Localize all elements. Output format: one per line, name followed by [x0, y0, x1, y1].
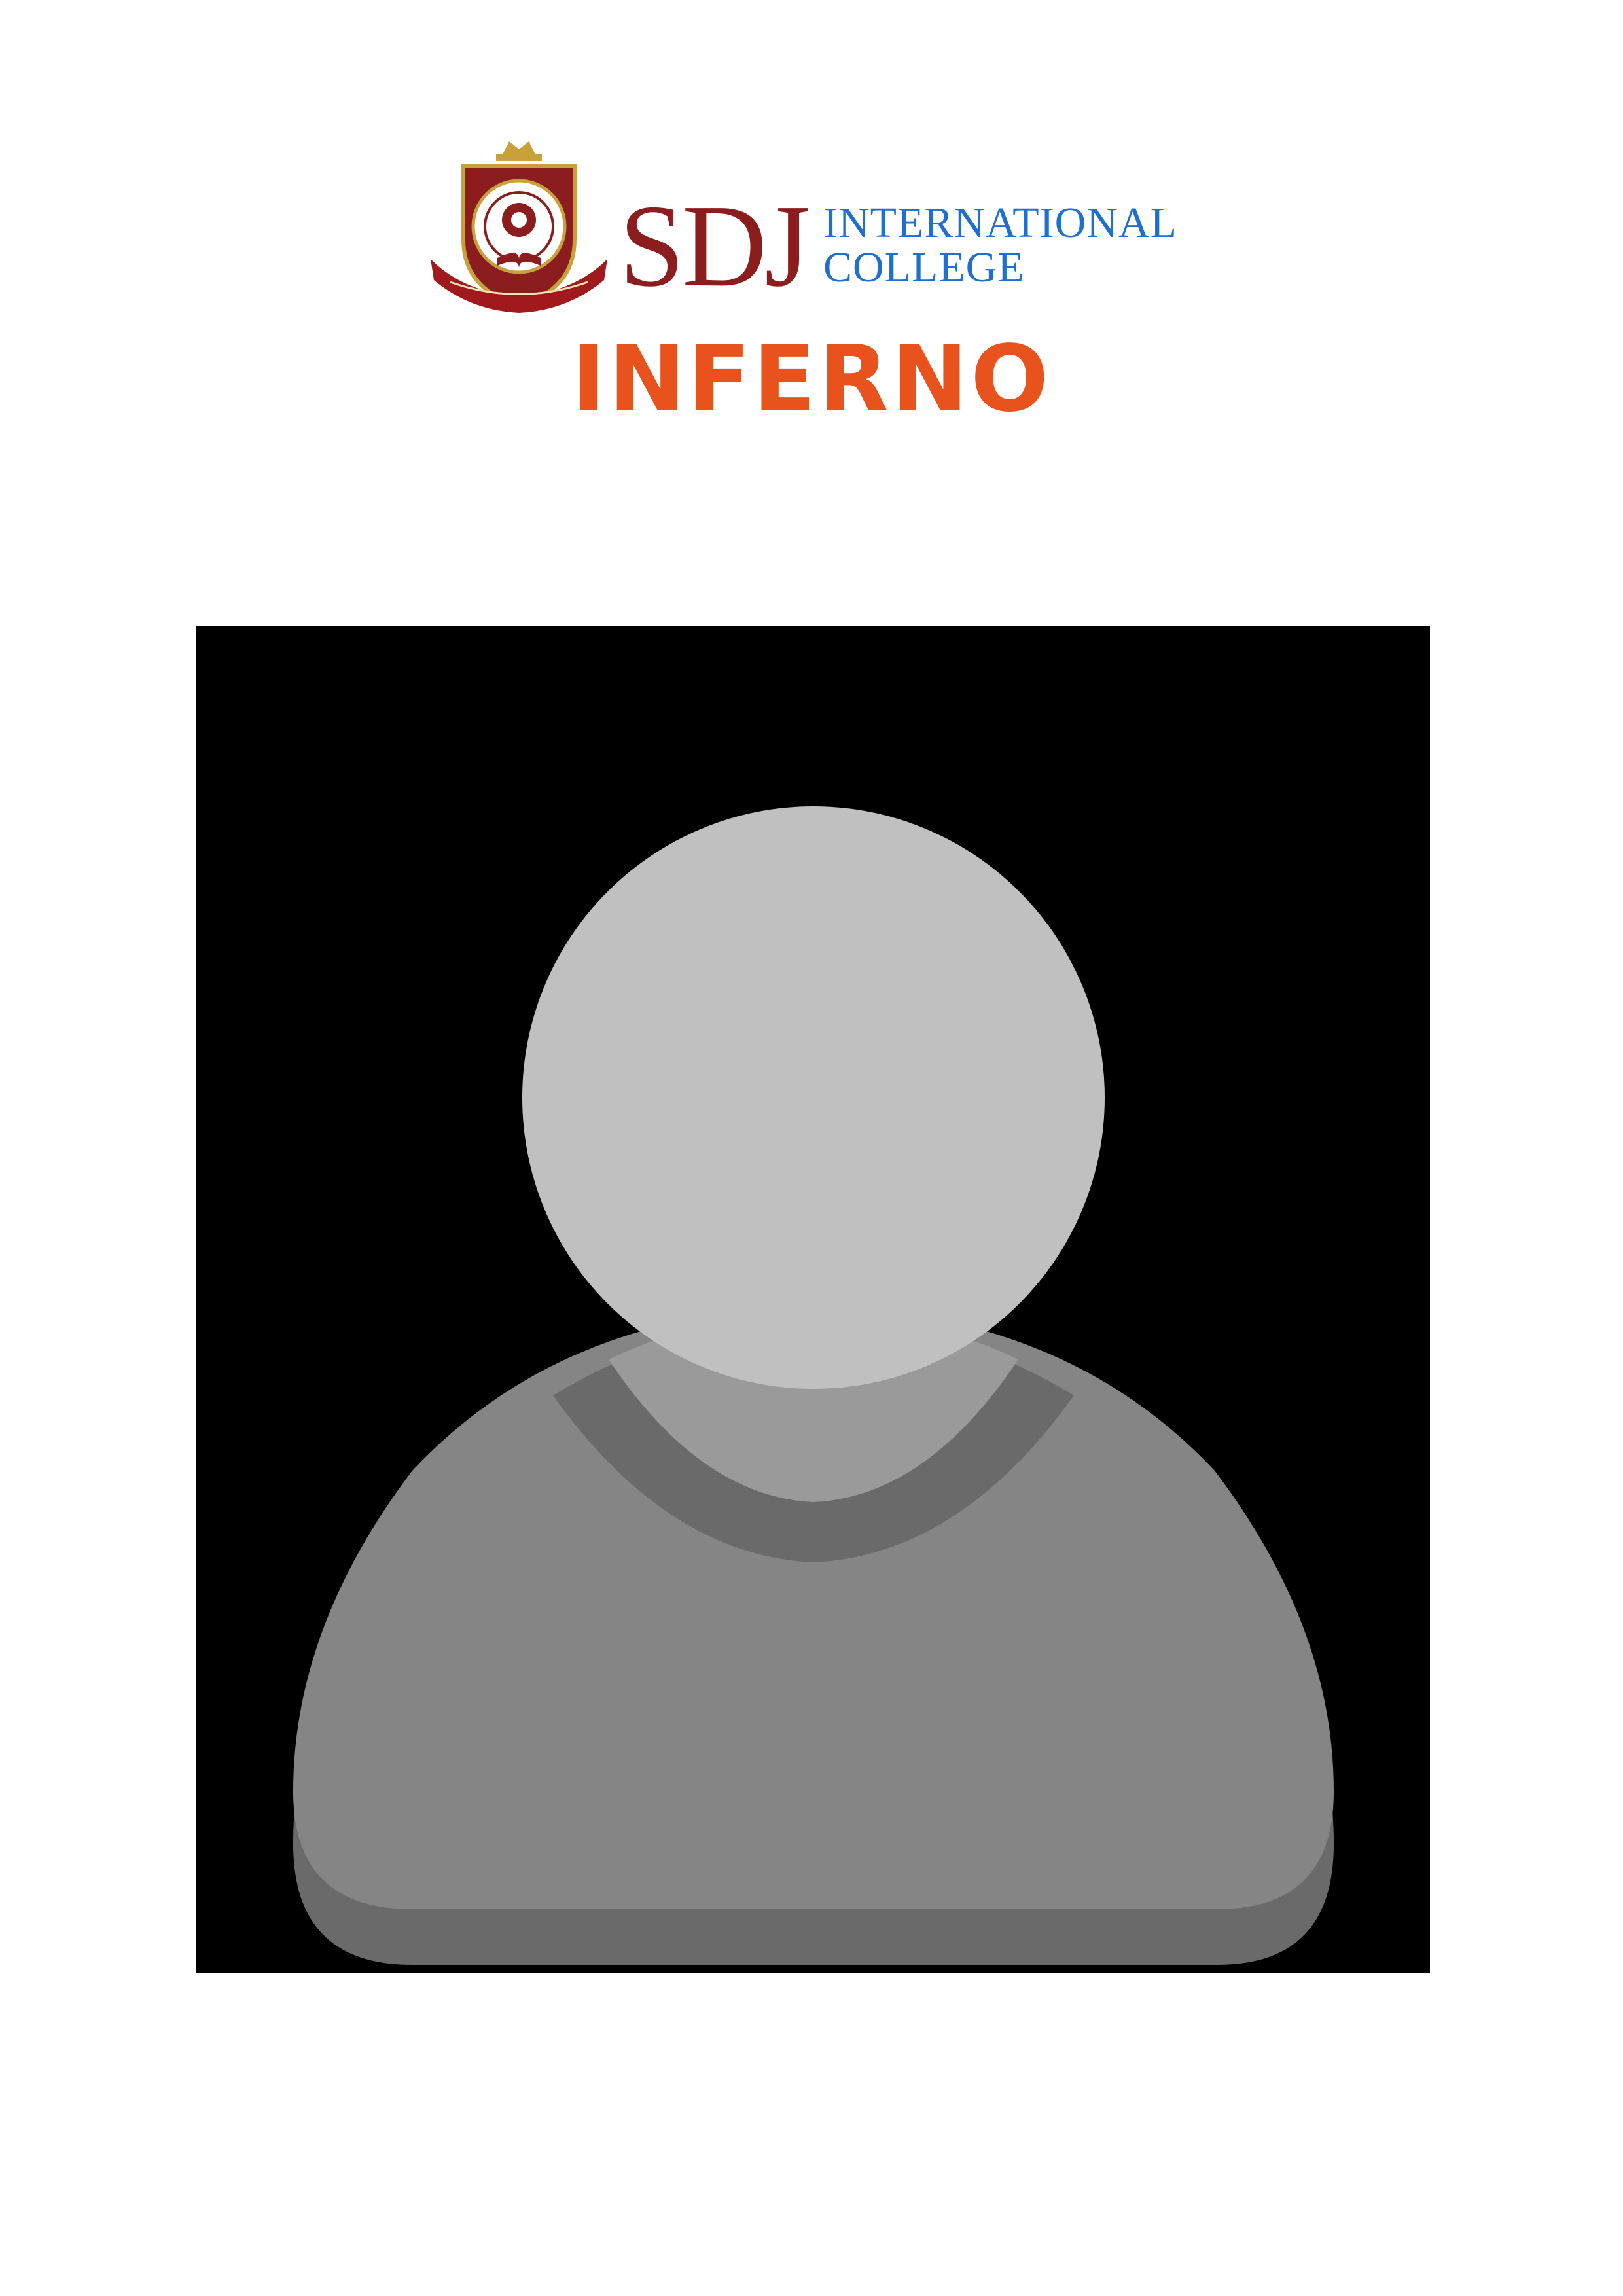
brand-name-line-1: INTERNATIONAL	[823, 199, 1177, 247]
college-crest-icon	[424, 135, 614, 318]
brand-name-line-2: COLLEGE	[823, 243, 1025, 291]
page-title: INFERNO	[571, 326, 1052, 433]
college-logo: SDJ INTERNATIONAL COLLEGE	[424, 135, 1209, 318]
user-avatar-icon	[196, 626, 1430, 1973]
document-page: SDJ INTERNATIONAL COLLEGE INFERNO	[0, 0, 1623, 2296]
brand-short-name: SDJ	[619, 181, 810, 311]
profile-photo-placeholder	[196, 626, 1430, 1973]
